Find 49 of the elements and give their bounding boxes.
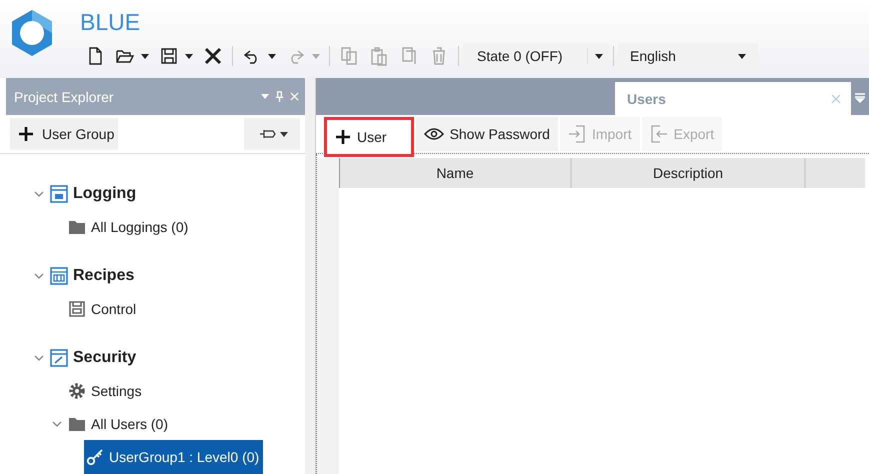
- chevron-icon[interactable]: [34, 272, 44, 278]
- add-user-group-button[interactable]: User Group: [10, 118, 118, 150]
- column-header[interactable]: Description: [572, 158, 806, 188]
- tab-menu-icon[interactable]: [855, 93, 865, 103]
- window-icon: [50, 266, 68, 284]
- tree-item[interactable]: All Users (0): [66, 410, 172, 436]
- tree-item[interactable]: UserGroup1 : Level0 (0): [84, 440, 264, 474]
- panel-icon: [68, 300, 86, 318]
- column-header[interactable]: Name: [340, 158, 572, 188]
- add-user-button[interactable]: User: [324, 117, 414, 157]
- chevron-icon[interactable]: [52, 420, 62, 426]
- close-icon[interactable]: [831, 94, 841, 104]
- clipboard-icon: [369, 46, 389, 66]
- caret-icon: [312, 54, 320, 58]
- tree-item[interactable]: Logging: [48, 180, 140, 206]
- pin-dropdown-button[interactable]: [244, 118, 300, 150]
- window-icon: [50, 348, 68, 366]
- caret-icon: [141, 54, 149, 58]
- settings-icon: [68, 382, 86, 400]
- tree-item[interactable]: Recipes: [48, 262, 138, 288]
- plus-icon: [335, 129, 351, 145]
- caret-icon: [594, 54, 602, 58]
- eye-icon: [424, 128, 444, 140]
- import-icon: [568, 125, 586, 143]
- header-filler: [806, 158, 865, 188]
- tree-item[interactable]: All Loggings (0): [66, 214, 192, 240]
- hexagon-logo-icon: [10, 9, 54, 57]
- tree-item[interactable]: Security: [48, 344, 140, 370]
- chevron-icon[interactable]: [34, 190, 44, 196]
- caret-icon: [268, 54, 276, 58]
- chevron-icon[interactable]: [34, 354, 44, 360]
- caret-icon: [280, 132, 288, 136]
- pin-icon[interactable]: [275, 91, 284, 102]
- plus-icon: [18, 126, 34, 142]
- export-icon: [650, 125, 668, 143]
- caret-icon[interactable]: [261, 94, 269, 99]
- tree-item[interactable]: Control: [66, 296, 140, 322]
- pin-icon: [260, 129, 276, 139]
- panel-title: Project Explorer: [14, 88, 114, 104]
- caret-icon: [738, 54, 746, 58]
- app-name: BLUE: [80, 9, 142, 37]
- key-icon: [86, 448, 104, 466]
- eye-button[interactable]: Show Password: [416, 117, 558, 151]
- close-icon: [203, 46, 223, 66]
- caret-icon: [185, 54, 193, 58]
- window-icon: [50, 184, 68, 202]
- row-header-corner: [317, 158, 340, 188]
- copy-icon: [339, 46, 359, 66]
- tree-item[interactable]: Settings: [66, 378, 146, 404]
